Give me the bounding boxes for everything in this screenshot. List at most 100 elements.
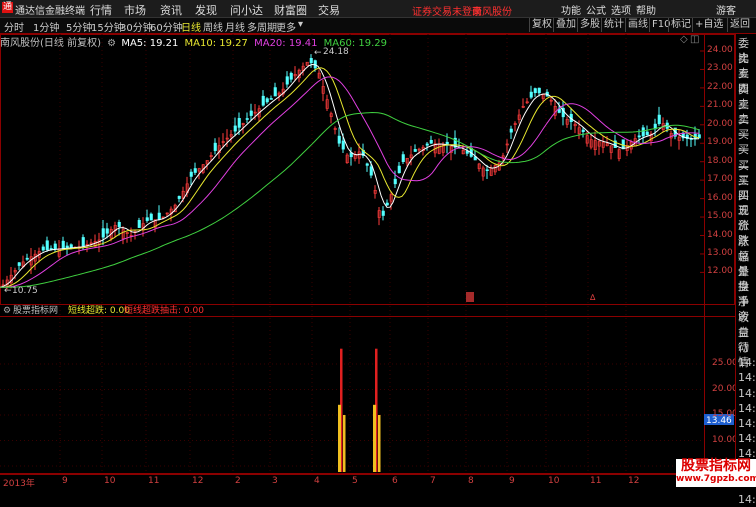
- quote-panel-label[interactable]: 14:5: [738, 401, 756, 416]
- candle-body: [117, 221, 121, 227]
- indicator-tick-label: 10.00: [712, 434, 738, 445]
- watermark-title: 股票指标网: [681, 458, 751, 474]
- menu-ask[interactable]: 问小达: [230, 2, 263, 18]
- chevron-down-icon[interactable]: ▾: [298, 19, 303, 30]
- guest-label[interactable]: 游客: [716, 2, 736, 17]
- candle-body: [249, 110, 253, 116]
- low-label: 10.75: [12, 286, 38, 296]
- quote-panel-label[interactable]: 14:5: [738, 431, 756, 446]
- candle-body: [529, 91, 533, 98]
- indicator-tick-label: 15.00: [712, 409, 738, 419]
- draw-line-button[interactable]: 画线: [625, 18, 650, 32]
- indicator-spike: [378, 415, 381, 472]
- candle-body: [393, 178, 397, 185]
- mark-button[interactable]: 标记: [668, 18, 693, 32]
- short-rise-value: 短线超跌: 0.00: [68, 304, 130, 316]
- menu-discover[interactable]: 发现: [195, 2, 217, 18]
- candle-body: [397, 165, 401, 174]
- candle-body: [237, 118, 241, 128]
- time-tick-label: 12: [192, 476, 204, 486]
- candle-body: [429, 139, 433, 144]
- price-tick-label: 20.00: [707, 118, 733, 129]
- period-60min[interactable]: 60分钟: [150, 19, 183, 34]
- period-toolbar: 分时 1分钟 5分钟 15分钟 30分钟 60分钟 日线 周线 月线 多周期 更…: [0, 18, 756, 34]
- kline-chart[interactable]: ← 24.18 ← 10.75 ∆ ⚙ 股票指标网 短线超跌: 0.00 短线超…: [0, 34, 735, 474]
- candle-body: [25, 257, 29, 260]
- back-button[interactable]: 返回: [727, 18, 752, 32]
- indicator-spike: [343, 415, 346, 472]
- period-multi[interactable]: 多周期: [247, 19, 277, 34]
- menu-market[interactable]: 市场: [124, 2, 146, 18]
- restore-rights-button[interactable]: 复权: [529, 18, 554, 32]
- price-tick-label: 16.00: [707, 192, 733, 203]
- candle-body: [213, 142, 217, 151]
- statistics-button[interactable]: 统计: [601, 18, 626, 32]
- quote-panel-label[interactable]: 14:5: [738, 386, 756, 401]
- candle-body: [157, 212, 161, 220]
- menu-trade[interactable]: 交易: [318, 2, 340, 18]
- menu-wealth[interactable]: 财富圈: [274, 2, 307, 18]
- candle-body: [621, 139, 625, 150]
- period-monthly[interactable]: 月线: [225, 19, 245, 34]
- time-tick-label: 9: [509, 476, 515, 486]
- candle-body: [581, 129, 585, 132]
- candle-body: [189, 171, 193, 177]
- quote-panel-label[interactable]: 14:5: [738, 492, 756, 507]
- overlay-button[interactable]: 叠加: [553, 18, 578, 32]
- candle-body: [385, 202, 389, 206]
- price-tick-label: 23.00: [707, 63, 733, 74]
- menu-help[interactable]: 帮助: [636, 2, 656, 17]
- candle-body: [65, 245, 69, 249]
- period-5min[interactable]: 5分钟: [66, 19, 92, 34]
- watermark-url: www.7gpzb.com: [676, 474, 756, 484]
- candle-body: [337, 135, 341, 144]
- candle-body: [261, 95, 265, 106]
- candle-body: [537, 87, 541, 94]
- price-tick-label: 24.00: [707, 45, 733, 55]
- event-marker[interactable]: [466, 292, 474, 302]
- indicator-gear-icon[interactable]: ⚙: [3, 306, 11, 316]
- price-tick-label: 21.00: [707, 100, 733, 111]
- event-marker-2[interactable]: ∆: [589, 293, 596, 302]
- quote-panel-label[interactable]: 14:5: [738, 355, 756, 370]
- menu-formula[interactable]: 公式: [586, 2, 606, 17]
- menu-quotes[interactable]: 行情: [90, 2, 112, 18]
- candle-body: [41, 246, 45, 251]
- menu-news[interactable]: 资讯: [160, 2, 182, 18]
- price-tick-label: 14.00: [707, 229, 733, 240]
- price-tick-label: 19.00: [707, 137, 733, 148]
- candle-body: [245, 118, 249, 120]
- period-weekly[interactable]: 周线: [203, 19, 223, 34]
- time-tick-label: 2013年: [3, 479, 35, 489]
- time-tick-label: 10: [104, 476, 116, 486]
- candle-body: [69, 244, 73, 248]
- candle-body: [145, 217, 149, 221]
- candle-body: [657, 114, 661, 124]
- time-tick-label: 2: [235, 476, 241, 486]
- time-tick-label: 8: [468, 476, 474, 486]
- candle-body: [425, 143, 429, 146]
- high-marker: ←: [314, 48, 322, 58]
- candle-body: [289, 72, 293, 80]
- period-1min[interactable]: 1分钟: [33, 19, 59, 34]
- period-15min[interactable]: 15分钟: [91, 19, 124, 34]
- period-30min[interactable]: 30分钟: [120, 19, 153, 34]
- add-watchlist-button[interactable]: +自选: [692, 18, 725, 32]
- candle-body: [45, 240, 49, 251]
- app-title: 通达信金融终端: [15, 6, 85, 17]
- time-tick-label: 3: [272, 476, 278, 486]
- candle-body: [53, 243, 57, 250]
- title-bar: 通 通达信金融终端 行情 市场 资讯 发现 问小达 财富圈 交易 证券交易未登录…: [0, 0, 756, 18]
- time-tick-label: 10: [548, 476, 560, 486]
- quote-panel-label[interactable]: 14:5: [738, 416, 756, 431]
- period-daily[interactable]: 日线: [181, 19, 201, 34]
- quote-panel-label[interactable]: 14:5: [738, 370, 756, 385]
- period-timeshare[interactable]: 分时: [4, 19, 24, 34]
- period-more[interactable]: 更多: [276, 19, 296, 34]
- price-tick-label: 22.00: [707, 81, 733, 92]
- menu-options[interactable]: 选项: [611, 2, 631, 17]
- candle-body: [509, 128, 513, 133]
- menu-function[interactable]: 功能: [561, 2, 581, 17]
- time-tick-label: 6: [392, 476, 398, 486]
- multi-stock-button[interactable]: 多股: [577, 18, 602, 32]
